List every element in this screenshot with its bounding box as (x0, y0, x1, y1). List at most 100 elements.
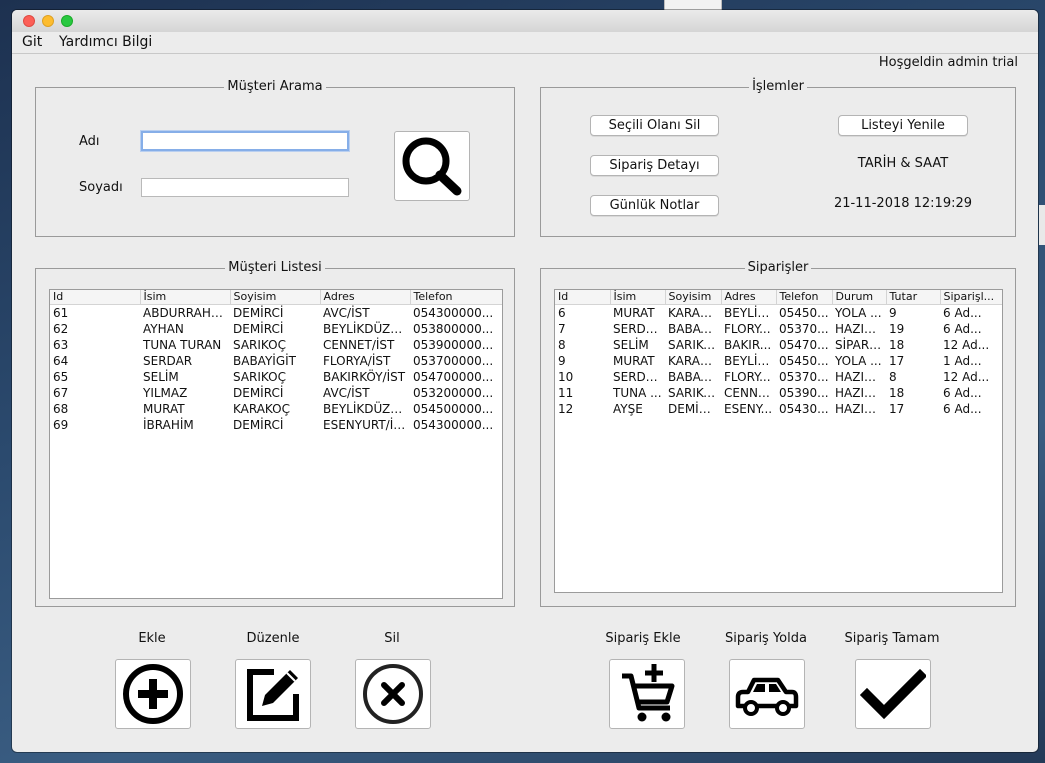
table-cell: SARIKOÇ (233, 370, 286, 384)
table-cell: SİPARİ... (835, 338, 885, 352)
table-row[interactable]: 65 SELİM SARIKOÇ BAKIRKÖY/İST 054700000... (50, 369, 502, 385)
table-cell: HAZIR... (835, 370, 884, 384)
add-label: Ekle (138, 631, 166, 646)
window-minimize-button[interactable] (42, 15, 54, 27)
datetime-label: TARİH & SAAT (857, 156, 949, 171)
table-cell: YILMAZ (143, 386, 188, 400)
table-cell: 054500000... (413, 402, 494, 416)
column-header[interactable]: Id (50, 290, 141, 305)
table-cell: 05470... (779, 338, 829, 352)
menu-bar: Git Yardımcı Bilgi (12, 32, 1038, 54)
order-on-way-button[interactable] (729, 659, 805, 729)
column-header[interactable]: İsim (610, 290, 666, 305)
table-cell: AYHAN (143, 322, 184, 336)
table-cell: SERDAR (613, 370, 663, 384)
table-row[interactable]: 8 SELİM SARIKOÇ BAKIR... 05470... SİPARİ... 18… (555, 337, 1002, 353)
table-row[interactable]: 10 SERDAR BABAYİ... FLORY... 05370... HAZIR..… (555, 369, 1002, 385)
last-name-label: Soyadı (79, 180, 123, 195)
order-add-button[interactable] (609, 659, 685, 729)
edit-pencil-icon (247, 669, 299, 721)
table-cell: HAZIR... (835, 322, 884, 336)
column-header[interactable]: Soyisim (230, 290, 321, 305)
column-header[interactable]: Adres (721, 290, 777, 305)
table-cell: FLORYA/İST (323, 354, 391, 368)
table-row[interactable]: 62 AYHAN DEMİRCİ BEYLİKDÜZÜ... 053800000... (50, 321, 502, 337)
table-cell: BEYLİK... (724, 354, 776, 368)
search-button[interactable] (394, 131, 470, 201)
window-maximize-button[interactable] (61, 15, 73, 27)
table-row[interactable]: 6 MURAT KARAK... BEYLİK... 05450... YOLA ... 9… (555, 305, 1002, 322)
table-cell: DEMİRCİ (233, 386, 284, 400)
table-cell: 054700000... (413, 370, 494, 384)
delete-selected-button[interactable]: Seçili Olanı Sil (590, 115, 719, 136)
table-cell: ESENYURT/İST (323, 418, 409, 432)
table-row[interactable]: 68 MURAT KARAKOÇ BEYLİKDÜZÜ... 054500000... (50, 401, 502, 417)
table-cell: 65 (53, 370, 69, 384)
table-cell: 62 (53, 322, 69, 336)
order-detail-button[interactable]: Sipariş Detayı (590, 155, 719, 176)
datetime-value: 21-11-2018 12:19:29 (833, 196, 973, 211)
table-cell: 05370... (779, 370, 829, 384)
column-header[interactable]: İsim (140, 290, 231, 305)
daily-notes-button[interactable]: Günlük Notlar (590, 195, 719, 216)
table-row[interactable]: 67 YILMAZ DEMİRCİ AVC/İST 053200000... (50, 385, 502, 401)
table-cell: 9 (889, 306, 897, 320)
menu-help[interactable]: Yardımcı Bilgi (59, 34, 152, 50)
table-cell: KARAKOÇ (233, 402, 290, 416)
column-header[interactable]: Adres (320, 290, 411, 305)
close-circle-icon (363, 664, 423, 724)
menu-git[interactable]: Git (22, 34, 42, 50)
checkmark-icon (860, 668, 926, 720)
column-header[interactable]: Telefon (410, 290, 502, 305)
operations-title: İşlemler (749, 79, 807, 94)
table-cell: 11 (558, 386, 574, 400)
welcome-text: Hoşgeldin admin trial (878, 55, 1018, 70)
column-header[interactable]: Siparişl... (940, 290, 1002, 305)
column-header[interactable]: Durum (832, 290, 887, 305)
column-header[interactable]: Telefon (776, 290, 833, 305)
table-row[interactable]: 61 ABDURRAHM... DEMİRCİ AVC/İST 054300000... (50, 305, 502, 322)
table-row[interactable]: 69 İBRAHİM DEMİRCİ ESENYURT/İST 054300000... (50, 417, 502, 433)
table-row[interactable]: 9 MURAT KARAK... BEYLİK... 05450... YOLA ... 1… (555, 353, 1002, 369)
table-cell: 12 (558, 402, 574, 416)
table-cell: HAZIR... (835, 402, 884, 416)
table-cell: 17 (889, 402, 905, 416)
edit-button[interactable] (235, 659, 311, 729)
plus-circle-icon (123, 664, 183, 724)
order-add-label: Sipariş Ekle (605, 631, 681, 646)
table-cell: 18 (889, 386, 905, 400)
table-cell: 61 (53, 306, 69, 320)
window-close-button[interactable] (23, 15, 35, 27)
table-cell: 19 (889, 322, 905, 336)
column-header[interactable]: Id (555, 290, 611, 305)
customer-list-panel: Müşteri Listesi Id İsim Soyisim Adres Telefo… (35, 260, 515, 607)
table-row[interactable]: 12 AYŞE DEMİRCİ ESENY... 05430... HAZIR... 17 6… (555, 401, 1002, 417)
orders-panel: Siparişler Id İsim Soyisim Adres Telefon Duru… (540, 260, 1016, 607)
delete-button[interactable] (355, 659, 431, 729)
orders-table[interactable]: Id İsim Soyisim Adres Telefon Durum Tutar Sipar… (554, 289, 1003, 593)
table-cell: 1 Ad... (943, 354, 982, 368)
table-row[interactable]: 11 TUNA ... SARIKOÇ CENNE... 05390... HAZIR..… (555, 385, 1002, 401)
table-cell: 7 (558, 322, 566, 336)
title-bar[interactable] (12, 10, 1038, 32)
add-button[interactable] (115, 659, 191, 729)
table-cell: 053700000... (413, 354, 494, 368)
last-name-input[interactable] (141, 178, 349, 197)
order-done-button[interactable] (855, 659, 931, 729)
table-cell: SARIKOÇ (668, 338, 721, 352)
table-row[interactable]: 7 SERDAR BABAYİ... FLORY... 05370... HAZIR...… (555, 321, 1002, 337)
first-name-input[interactable] (141, 131, 349, 151)
table-cell: BAKIR... (724, 338, 772, 352)
table-cell: 054300000... (413, 306, 494, 320)
table-cell: MURAT (143, 402, 185, 416)
column-header[interactable]: Tutar (886, 290, 941, 305)
customer-table[interactable]: Id İsim Soyisim Adres Telefon 61 ABDURRAHM...… (49, 289, 503, 599)
table-row[interactable]: 63 TUNA TURAN SARIKOÇ CENNET/İST 053900000..… (50, 337, 502, 353)
table-cell: 05430... (779, 402, 829, 416)
refresh-list-button[interactable]: Listeyi Yenile (838, 115, 968, 136)
table-cell: SARIKOÇ (668, 386, 721, 400)
column-header[interactable]: Soyisim (665, 290, 722, 305)
table-row[interactable]: 64 SERDAR BABAYİGİT FLORYA/İST 053700000... (50, 353, 502, 369)
table-cell: SELİM (143, 370, 179, 384)
car-icon (735, 677, 799, 716)
